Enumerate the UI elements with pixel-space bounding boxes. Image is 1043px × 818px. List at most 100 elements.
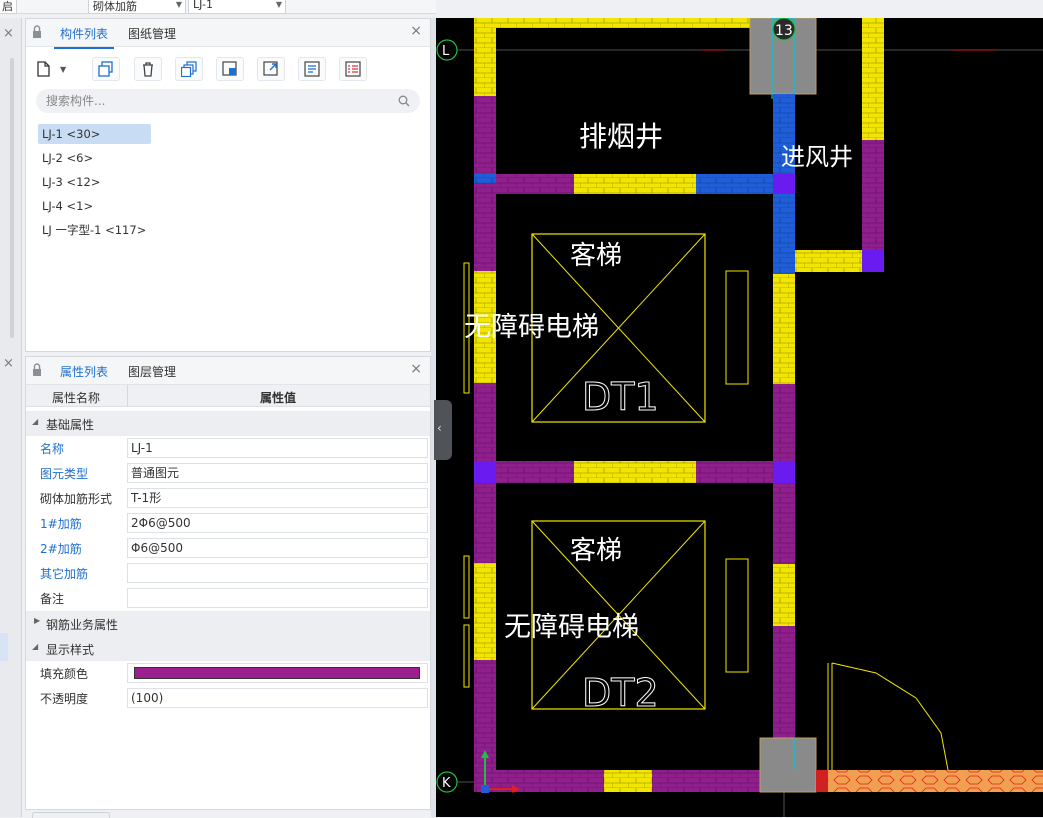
wall-bottom-orange[interactable]: [828, 770, 1043, 792]
column-bottom[interactable]: [759, 737, 817, 793]
wall-mid-purple-2[interactable]: [773, 626, 795, 738]
group-rebar-business[interactable]: ▶ 钢筋业务属性: [26, 611, 430, 636]
chevron-down-icon: ▼: [275, 0, 282, 9]
search-icon[interactable]: [398, 95, 410, 107]
chevron-down-icon: ▼: [60, 64, 67, 74]
tab-drawing-management[interactable]: 图纸管理: [128, 25, 176, 42]
wall-h1-yellow[interactable]: [574, 174, 696, 194]
rebar-junction[interactable]: [773, 174, 795, 194]
wall-h1-blue[interactable]: [696, 174, 773, 194]
component-item-lj2[interactable]: LJ-2 <6>: [38, 148, 151, 168]
properties-button[interactable]: [339, 57, 367, 81]
top-selector-first-label: 启: [2, 0, 13, 13]
door-jamb: [463, 555, 470, 619]
top-selector-first[interactable]: 启: [0, 0, 17, 14]
tab-component-list[interactable]: 构件列表: [53, 25, 115, 49]
wall-top[interactable]: [474, 18, 752, 28]
property-value-remark[interactable]: [127, 588, 428, 608]
door-jamb: [463, 624, 470, 688]
property-row-form: 砌体加筋形式 T-1形: [26, 486, 430, 511]
wall-h1-purple[interactable]: [496, 174, 574, 194]
wall-h2-yellow[interactable]: [574, 461, 696, 483]
group-basic-properties[interactable]: ◢ 基础属性: [26, 411, 430, 436]
component-list-panel: 构件列表 图纸管理 × ▼ LJ-1 <30> LJ-2 <6> LJ-3 <1…: [25, 18, 431, 352]
group-display-style[interactable]: ◢ 显示样式: [26, 636, 430, 661]
property-value-type[interactable]: 普通图元: [127, 463, 428, 483]
component-name-label: LJ-1: [193, 0, 213, 11]
component-item-lj3[interactable]: LJ-3 <12>: [38, 172, 151, 192]
label-elevator-1-name: 客梯: [570, 241, 622, 271]
search-input[interactable]: [36, 89, 420, 113]
tab-property-list[interactable]: 属性列表: [53, 363, 115, 387]
component-type-select[interactable]: 砌体加筋 ▼: [88, 0, 186, 14]
scrollbar[interactable]: [10, 58, 14, 338]
chevron-down-icon: ▼: [175, 0, 182, 9]
panel-bottom-tab: [32, 812, 110, 818]
group-basic-label: 基础属性: [46, 418, 95, 432]
label-elevator-2-name: 客梯: [570, 536, 622, 566]
property-label: 1#加筋: [40, 517, 82, 531]
wall-blue-junction[interactable]: [474, 173, 496, 183]
cad-canvas[interactable]: 排烟井 进风井 客梯 DT1 无障碍电梯 客梯 DT2 无障碍电梯 L K 13: [436, 18, 1043, 817]
label-smoke-shaft: 排烟井: [579, 120, 663, 153]
close-icon[interactable]: ×: [410, 361, 422, 377]
rebar-junction[interactable]: [474, 461, 496, 483]
component-item-lj4[interactable]: LJ-4 <1>: [38, 196, 151, 216]
fill-color-swatch-cell[interactable]: [127, 663, 428, 683]
copy-to-floor-button[interactable]: [175, 57, 203, 81]
left-collapsed-panel: × ×: [0, 18, 22, 817]
wall-bottom-yellow[interactable]: [604, 770, 652, 792]
rebar-junction[interactable]: [773, 461, 795, 483]
axis-label-13: 13: [775, 23, 793, 39]
copy-icon: [98, 61, 113, 77]
col-property-value: 属性值: [260, 391, 297, 405]
property-table-header: 属性名称 属性值: [26, 385, 430, 407]
wall-bottom-purple-2[interactable]: [652, 770, 760, 792]
trash-icon: [143, 62, 153, 77]
rebar-red-marker: [816, 770, 828, 792]
new-component-button[interactable]: ▼: [36, 57, 80, 81]
import-button[interactable]: [216, 57, 244, 81]
wall-h2-purple-2[interactable]: [696, 461, 773, 483]
component-panel-tabbar: 构件列表 图纸管理 ×: [26, 19, 430, 49]
property-value-other-rebar[interactable]: [127, 563, 428, 583]
wall-left-purple-1[interactable]: [474, 96, 496, 271]
wall-mid-yellow[interactable]: [773, 274, 795, 384]
component-item-lj-straight[interactable]: LJ 一字型-1 <117>: [38, 220, 238, 240]
wall-right-shaft-yellow[interactable]: [862, 18, 884, 140]
lock-icon[interactable]: [32, 24, 42, 40]
chevron-down-icon: ◢: [32, 642, 39, 651]
property-panel-tabbar: 属性列表 图层管理 ×: [26, 357, 430, 387]
property-label: 2#加筋: [40, 542, 82, 556]
close-icon-2[interactable]: ×: [3, 356, 14, 371]
property-label: 名称: [40, 442, 65, 456]
export-button[interactable]: [257, 57, 285, 81]
property-value-name[interactable]: LJ-1: [127, 438, 428, 458]
delete-button[interactable]: [134, 57, 162, 81]
wall-left-upper[interactable]: [474, 18, 496, 96]
property-value-opacity[interactable]: (100): [127, 688, 428, 708]
property-value-rebar1[interactable]: 2Φ6@500: [127, 513, 428, 533]
import-icon: [222, 61, 237, 76]
collapse-panel-handle[interactable]: ‹: [434, 400, 452, 460]
tab-layer-management[interactable]: 图层管理: [128, 363, 176, 380]
wall-mid-yellow-2[interactable]: [773, 564, 795, 626]
export-icon: [263, 61, 278, 76]
lock-icon[interactable]: [32, 362, 42, 378]
copy-button[interactable]: [92, 57, 120, 81]
component-item-lj1[interactable]: LJ-1 <30>: [38, 124, 151, 144]
filter-button[interactable]: [298, 57, 326, 81]
property-row-rebar2: 2#加筋 Φ6@500: [26, 536, 430, 561]
property-row-fill-color: 填充颜色: [26, 661, 430, 686]
component-name-select[interactable]: LJ-1 ▼: [188, 0, 286, 14]
property-label: 砌体加筋形式: [40, 492, 113, 506]
wall-h2-purple[interactable]: [496, 461, 574, 483]
floor-plan-drawing[interactable]: 排烟井 进风井 客梯 DT1 无障碍电梯 客梯 DT2 无障碍电梯 L K 13: [436, 18, 1043, 817]
wall-left-yellow-2[interactable]: [474, 563, 496, 660]
close-icon[interactable]: ×: [410, 23, 422, 39]
property-value-form[interactable]: T-1形: [127, 488, 428, 508]
property-value-rebar2[interactable]: Φ6@500: [127, 538, 428, 558]
close-icon[interactable]: ×: [3, 26, 14, 41]
new-file-icon: [37, 61, 50, 77]
rebar-junction[interactable]: [862, 250, 884, 272]
